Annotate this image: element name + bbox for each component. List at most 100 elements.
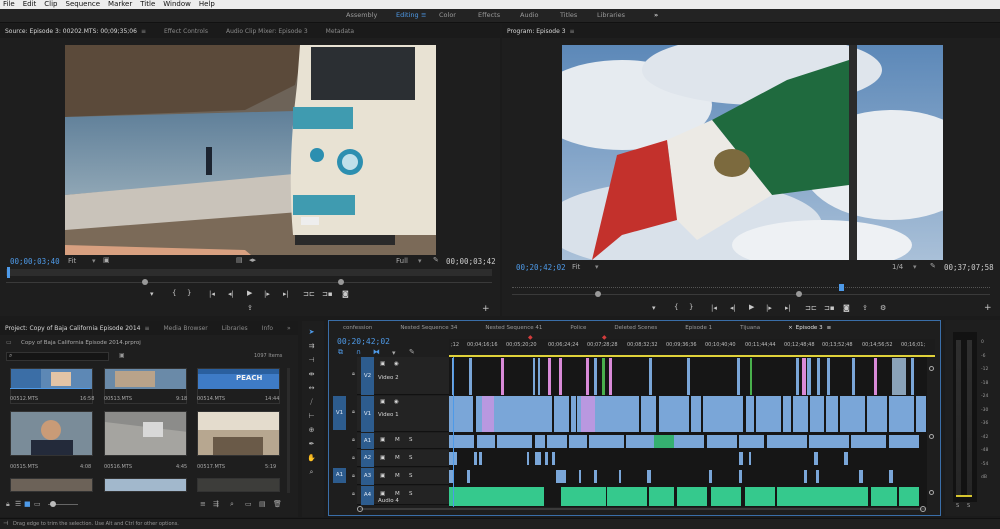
scroll-handle[interactable] xyxy=(929,434,934,439)
solo-left-button[interactable]: S xyxy=(956,503,959,509)
video-2-clip[interactable] xyxy=(827,358,830,395)
track-target-a1[interactable]: A1 xyxy=(361,433,374,449)
audio-2-clip[interactable] xyxy=(814,452,818,465)
video-1-clip[interactable] xyxy=(571,396,576,432)
audio-1-clip[interactable] xyxy=(674,435,704,448)
audio-4-clip[interactable] xyxy=(899,487,919,506)
audio-4-clip[interactable] xyxy=(745,487,775,506)
source-mark-in-button[interactable]: { xyxy=(172,289,176,297)
selection-tool-icon[interactable]: ➤ xyxy=(307,328,316,337)
thumb-00516[interactable] xyxy=(104,411,187,456)
video-2-clip[interactable] xyxy=(609,358,612,395)
program-step-back-button[interactable]: ◂| xyxy=(730,304,736,312)
sort-icon[interactable]: ≡ xyxy=(200,500,206,508)
lock-icon[interactable]: 🔒︎ xyxy=(352,473,355,480)
video-1-clip[interactable] xyxy=(826,396,838,432)
source-zoom-handle[interactable] xyxy=(142,279,148,285)
project-more-icon[interactable]: » xyxy=(287,325,291,332)
sync-lock-icon[interactable]: ▣ xyxy=(380,473,385,479)
track-target-v1[interactable]: V1 xyxy=(361,396,374,432)
audio-3-clip[interactable] xyxy=(467,470,470,483)
thumb-row3-b[interactable] xyxy=(104,478,187,492)
scroll-handle[interactable] xyxy=(929,366,934,371)
slide-tool-icon[interactable]: ⊕ xyxy=(307,426,316,435)
menu-sequence[interactable]: Sequence xyxy=(66,0,101,9)
marker-icon[interactable]: ◆ xyxy=(602,334,607,341)
source-quality-select[interactable]: Full xyxy=(396,257,408,265)
sync-lock-icon[interactable]: ▣ xyxy=(380,491,385,497)
tab-episode-3[interactable]: Episode 3 xyxy=(796,325,827,331)
zoom-tool-icon[interactable]: ⌕ xyxy=(307,468,316,477)
audio-2-clip[interactable] xyxy=(479,452,482,465)
video-1-clip[interactable] xyxy=(691,396,701,432)
workspace-color[interactable]: Color xyxy=(439,11,456,19)
audio-3-clip[interactable] xyxy=(594,470,597,483)
workspace-libraries[interactable]: Libraries xyxy=(597,11,625,19)
program-comparison-view-button[interactable]: ⇪ xyxy=(862,304,868,312)
lock-icon[interactable]: 🔒︎ xyxy=(352,491,355,498)
thumb-row3-a[interactable] xyxy=(10,478,93,492)
tab-audio-clip-mixer[interactable]: Audio Clip Mixer: Episode 3 xyxy=(226,28,308,35)
tab-police[interactable]: Police xyxy=(556,325,600,331)
tab-episode-3-close[interactable]: × xyxy=(774,325,796,331)
list-view-icon[interactable]: ☰ xyxy=(15,500,21,508)
lock-icon[interactable]: 🔒︎ xyxy=(6,500,10,509)
audio-3-clip[interactable] xyxy=(816,470,819,483)
icon-view-icon[interactable]: ■ xyxy=(24,500,31,508)
source-export-icon[interactable]: ⇪ xyxy=(247,304,253,312)
program-zoom-bar[interactable] xyxy=(512,294,990,295)
video-1-clip[interactable] xyxy=(783,396,791,432)
menu-edit[interactable]: Edit xyxy=(23,0,37,9)
source-add-button[interactable]: + xyxy=(482,304,490,314)
razor-tool-icon[interactable]: ⧸ xyxy=(307,398,316,407)
sync-lock-icon[interactable]: ▣ xyxy=(380,361,385,367)
video-2-clip[interactable] xyxy=(602,358,605,395)
tab-tijuana[interactable]: Tijuana xyxy=(726,325,774,331)
freeform-view-icon[interactable]: ▭ xyxy=(34,500,41,508)
ripple-edit-tool-icon[interactable]: ⊣ xyxy=(307,356,316,365)
zoom-slider-handle[interactable] xyxy=(50,501,56,507)
timeline-vertical-scrollbar[interactable] xyxy=(929,362,934,502)
tab-nested-sequence-41[interactable]: Nested Sequence 41 xyxy=(471,325,556,331)
video-2-clip[interactable] xyxy=(911,358,914,395)
menu-title[interactable]: Title xyxy=(140,0,155,9)
video-2-clip[interactable] xyxy=(501,358,504,395)
source-patch-a1[interactable]: A1 xyxy=(333,468,346,483)
audio-3-clip[interactable] xyxy=(579,470,581,483)
new-bin-button[interactable]: ▭ xyxy=(245,500,252,508)
video-2-clip[interactable] xyxy=(817,358,820,395)
tab-episode-1[interactable]: Episode 1 xyxy=(671,325,726,331)
source-zoom-bar[interactable] xyxy=(6,282,492,283)
video-1-clip[interactable] xyxy=(810,396,824,432)
tab-libraries[interactable]: Libraries xyxy=(222,325,248,332)
video-2-clip[interactable] xyxy=(750,358,752,395)
marker-icon[interactable]: ◆ xyxy=(528,334,533,341)
video-1-clip[interactable] xyxy=(840,396,865,432)
video-1-clip[interactable] xyxy=(599,396,639,432)
audio-1-clip[interactable] xyxy=(809,435,849,448)
source-drop-frame-icon[interactable]: ▤ xyxy=(236,256,243,264)
mute-button[interactable]: M xyxy=(395,491,400,497)
audio-2-clip[interactable] xyxy=(535,452,541,465)
program-zoom-handle[interactable] xyxy=(595,291,601,297)
audio-1-clip[interactable] xyxy=(654,435,674,448)
program-quality-select[interactable]: 1/4 xyxy=(892,263,903,271)
program-go-to-out-button[interactable]: ▸| xyxy=(785,304,791,312)
video-2-clip[interactable] xyxy=(892,358,906,395)
video-1-clip[interactable] xyxy=(554,396,569,432)
rate-stretch-tool-icon[interactable]: ↔ xyxy=(307,384,316,393)
program-settings-icon[interactable]: ⚙ xyxy=(880,304,886,312)
sync-lock-icon[interactable]: ▣ xyxy=(380,399,385,405)
video-1-clip[interactable] xyxy=(867,396,887,432)
workspace-titles[interactable]: Titles xyxy=(560,11,577,19)
thumb-row3-c[interactable] xyxy=(197,478,280,492)
timeline-tab-menu-icon[interactable]: ≡ xyxy=(827,325,846,331)
scroll-handle[interactable] xyxy=(920,506,926,512)
track-target-a3[interactable]: A3 xyxy=(361,468,374,485)
video-1-clip[interactable] xyxy=(703,396,743,432)
program-go-to-in-button[interactable]: |◂ xyxy=(711,304,717,312)
eye-icon[interactable]: ◉ xyxy=(394,399,399,405)
track-select-tool-icon[interactable]: ⇉ xyxy=(307,342,316,351)
project-search-input[interactable]: ⌕ xyxy=(6,352,109,361)
program-add-button[interactable]: + xyxy=(984,303,992,313)
